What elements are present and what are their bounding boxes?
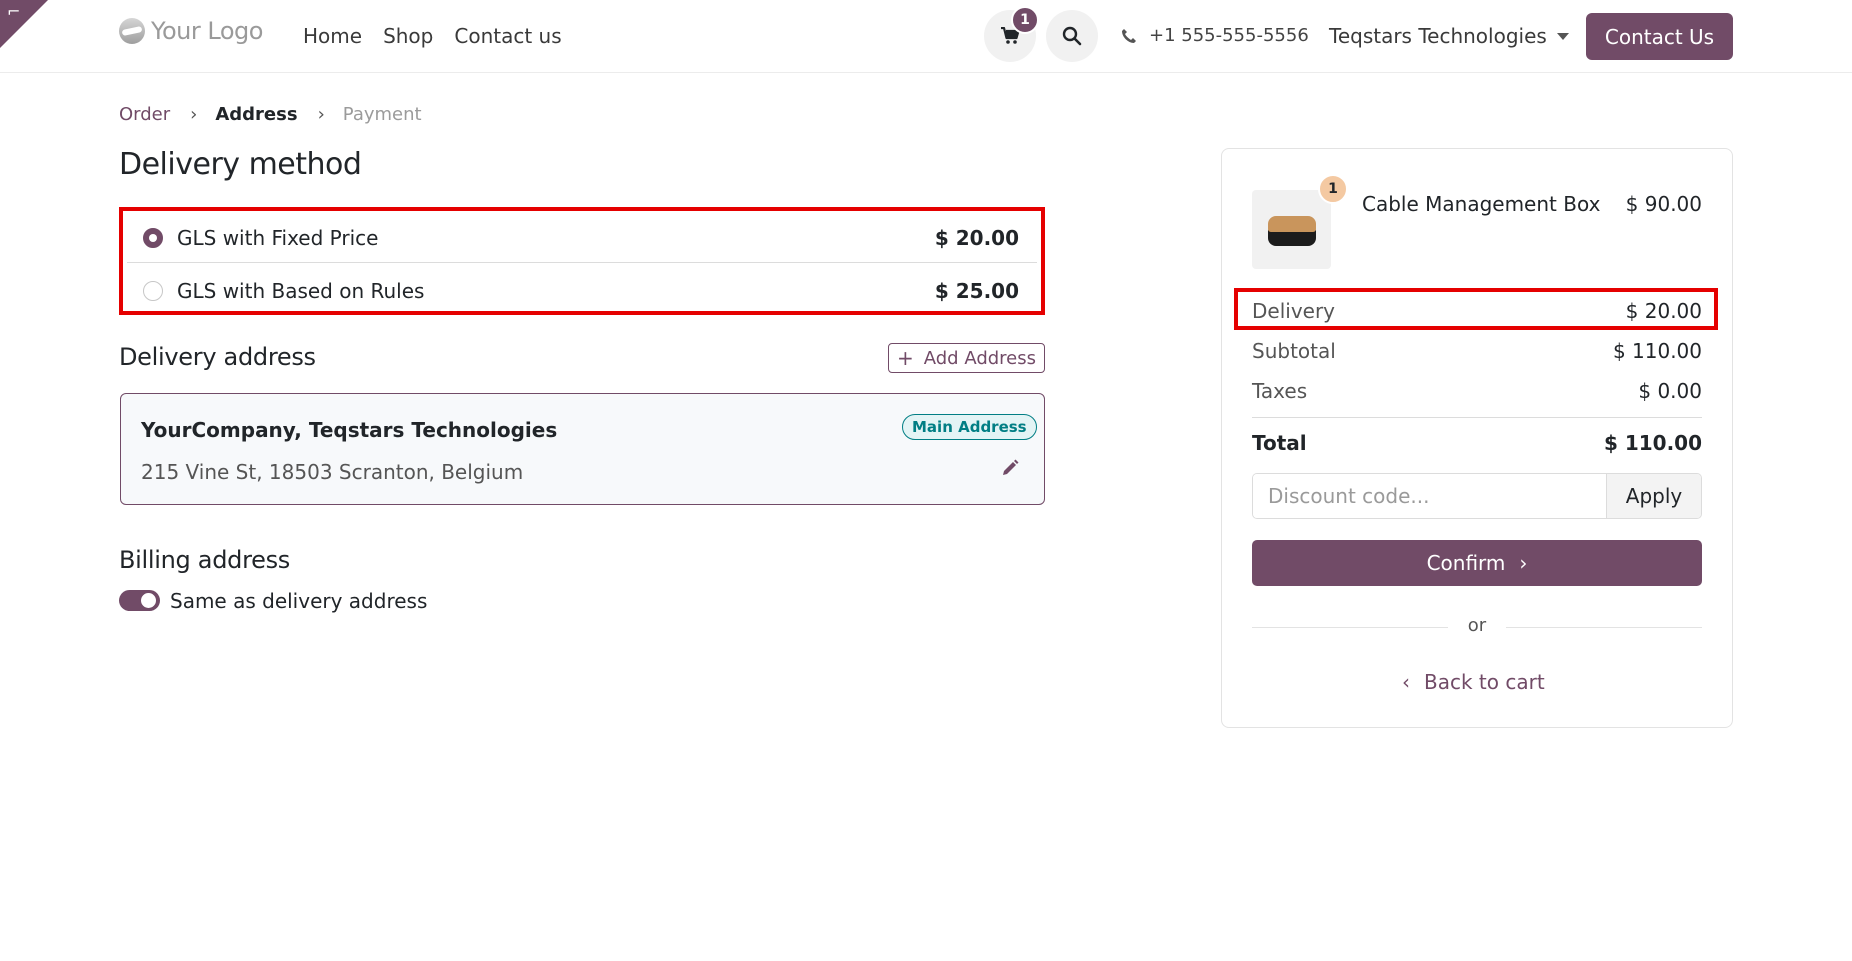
- subtotal-label: Subtotal: [1252, 339, 1336, 363]
- total-label: Total: [1252, 431, 1307, 455]
- contact-us-button[interactable]: Contact Us: [1586, 13, 1733, 60]
- breadcrumb-order[interactable]: Order: [119, 104, 170, 125]
- company-dropdown[interactable]: Teqstars Technologies: [1329, 24, 1569, 48]
- taxes-label: Taxes: [1252, 379, 1308, 403]
- delivery-address-title: Delivery address: [119, 343, 316, 371]
- product-price: $ 90.00: [1625, 192, 1702, 216]
- delivery-method-title: Delivery method: [119, 147, 362, 182]
- address-card[interactable]: YourCompany, Teqstars Technologies Main …: [120, 393, 1045, 505]
- product-image: [1252, 190, 1331, 269]
- delivery-option-rules[interactable]: GLS with Based on Rules $ 25.00: [127, 266, 1037, 316]
- or-divider-right: [1506, 627, 1702, 628]
- chevron-right-icon: ›: [190, 104, 198, 125]
- plus-icon: +: [896, 346, 914, 370]
- discount-group: Apply: [1252, 473, 1702, 519]
- top-navbar: Your Logo Home Shop Contact us 1 +1 555-…: [0, 0, 1852, 73]
- total-value: $ 110.00: [1603, 431, 1702, 455]
- back-to-cart-label: Back to cart: [1424, 670, 1545, 694]
- add-address-label: Add Address: [923, 347, 1037, 369]
- main-nav: Home Shop Contact us: [303, 24, 562, 48]
- add-address-button[interactable]: + Add Address: [888, 343, 1045, 373]
- discount-code-input[interactable]: [1253, 474, 1606, 518]
- company-name: Teqstars Technologies: [1329, 24, 1547, 48]
- cart-count-badge: 1: [1011, 6, 1039, 34]
- same-as-delivery-label: Same as delivery address: [170, 589, 428, 613]
- subtotal-value: $ 110.00: [1612, 339, 1702, 363]
- delivery-option-fixed[interactable]: GLS with Fixed Price $ 20.00: [127, 213, 1037, 263]
- breadcrumb-address: Address: [215, 104, 298, 125]
- search-button[interactable]: [1046, 10, 1098, 62]
- nav-home[interactable]: Home: [303, 24, 362, 48]
- breadcrumb-payment: Payment: [342, 104, 422, 125]
- or-text: or: [1467, 615, 1487, 636]
- site-logo[interactable]: Your Logo: [119, 17, 263, 45]
- delivery-option-price: $ 20.00: [934, 225, 1019, 250]
- subtotal-row: Subtotal $ 110.00: [1252, 339, 1702, 363]
- chevron-right-icon: ›: [1519, 551, 1528, 575]
- billing-address-title: Billing address: [119, 546, 291, 574]
- search-icon: [1062, 26, 1082, 46]
- apply-button[interactable]: Apply: [1606, 474, 1701, 518]
- order-summary: 1 Cable Management Box $ 90.00 Delivery …: [1221, 148, 1733, 728]
- or-divider-left: [1252, 627, 1448, 628]
- chevron-down-icon: [1556, 32, 1569, 40]
- same-as-delivery-toggle[interactable]: [119, 590, 160, 611]
- nav-shop[interactable]: Shop: [383, 24, 433, 48]
- delivery-option-label: GLS with Fixed Price: [177, 225, 379, 250]
- product-name: Cable Management Box: [1362, 192, 1601, 216]
- confirm-label: Confirm: [1426, 551, 1506, 575]
- main-address-badge: Main Address: [902, 414, 1037, 440]
- phone-number: +1 555-555-5556: [1149, 25, 1309, 46]
- total-row: Total $ 110.00: [1252, 431, 1702, 455]
- phone-link[interactable]: +1 555-555-5556: [1121, 25, 1309, 46]
- back-to-cart-link[interactable]: ‹ Back to cart: [1402, 670, 1545, 694]
- pencil-icon[interactable]: [1001, 459, 1019, 477]
- taxes-row: Taxes $ 0.00: [1252, 379, 1702, 403]
- delivery-label: Delivery: [1252, 299, 1336, 323]
- nav-contact-us[interactable]: Contact us: [454, 24, 561, 48]
- phone-icon: [1122, 28, 1136, 43]
- summary-divider: [1252, 417, 1702, 418]
- radio-unselected[interactable]: [143, 281, 163, 301]
- address-name: YourCompany, Teqstars Technologies: [141, 418, 558, 442]
- chevron-left-icon: ‹: [1402, 670, 1410, 694]
- confirm-button[interactable]: Confirm ›: [1252, 540, 1702, 586]
- radio-selected[interactable]: [143, 227, 163, 248]
- delivery-option-price: $ 25.00: [934, 279, 1019, 303]
- product-qty-badge: 1: [1318, 174, 1348, 204]
- delivery-option-label: GLS with Based on Rules: [177, 279, 425, 303]
- chevron-right-icon: ›: [317, 104, 325, 125]
- breadcrumb: Order › Address › Payment: [119, 104, 422, 125]
- delivery-value: $ 20.00: [1625, 299, 1702, 323]
- logo-mark-icon: [119, 18, 145, 44]
- box-lid-shape: [1268, 216, 1316, 232]
- logo-text: Your Logo: [151, 17, 263, 45]
- delivery-row: Delivery $ 20.00: [1252, 299, 1702, 323]
- delivery-method-list: GLS with Fixed Price $ 20.00 GLS with Ba…: [119, 207, 1045, 315]
- taxes-value: $ 0.00: [1638, 379, 1702, 403]
- address-line: 215 Vine St, 18503 Scranton, Belgium: [141, 460, 524, 484]
